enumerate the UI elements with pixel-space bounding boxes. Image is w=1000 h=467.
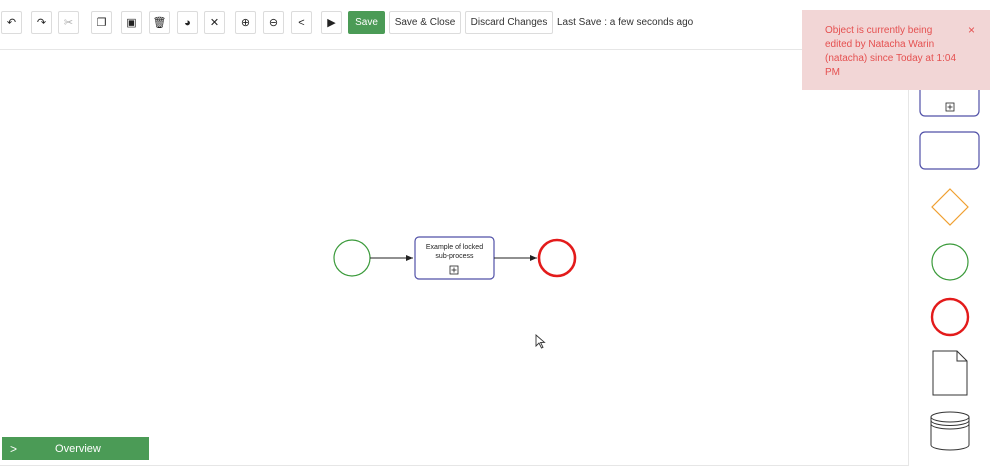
overview-label: Overview xyxy=(55,442,101,455)
palette-data-object[interactable] xyxy=(932,350,968,396)
palette-data-store[interactable] xyxy=(930,411,970,451)
palette-task[interactable] xyxy=(919,131,980,170)
close-icon[interactable]: × xyxy=(968,23,975,37)
palette-svg xyxy=(919,68,980,451)
overview-toggle[interactable]: > Overview xyxy=(2,437,149,460)
expand-marker-icon xyxy=(449,265,459,275)
mouse-cursor-icon xyxy=(535,334,546,349)
palette-gateway[interactable] xyxy=(931,188,969,226)
palette-end-event[interactable] xyxy=(930,297,970,337)
palette-start-event[interactable] xyxy=(931,243,969,281)
diagram-svg: Example of locked sub-process xyxy=(333,236,577,280)
start-event[interactable] xyxy=(333,239,371,277)
chevron-right-icon: > xyxy=(10,441,18,456)
end-event[interactable] xyxy=(537,238,577,278)
lock-notification: Object is currently being edited by Nata… xyxy=(802,10,990,90)
lock-notification-message: Object is currently being edited by Nata… xyxy=(825,25,957,78)
subprocess-label-line1: Example of locked xyxy=(426,244,483,251)
subprocess-label-line2: sub-process xyxy=(435,253,474,260)
